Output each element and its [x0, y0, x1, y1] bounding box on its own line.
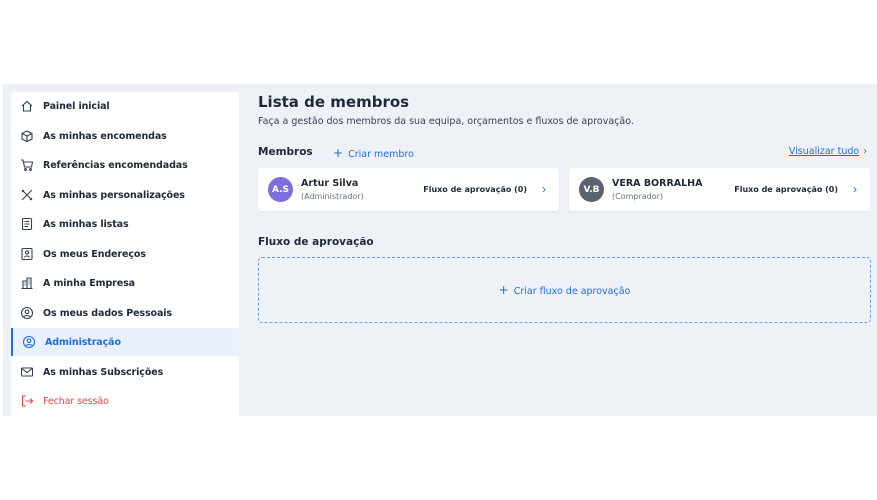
sidebar-item-label: Os meus Endereços — [43, 248, 146, 260]
member-role: (Comprador) — [612, 192, 664, 201]
cart-icon — [20, 158, 34, 172]
sidebar-item-dados-pessoais[interactable]: Os meus dados Pessoais — [11, 299, 239, 327]
mail-icon — [20, 365, 34, 379]
sidebar-item-listas[interactable]: As minhas listas — [11, 210, 239, 238]
create-member-label: Criar membro — [348, 149, 414, 160]
avatar: V.B — [579, 177, 604, 202]
sidebar-item-referencias[interactable]: Referências encomendadas — [11, 151, 239, 179]
sidebar-item-label: As minhas listas — [43, 218, 129, 230]
plus-icon: + — [333, 146, 344, 160]
sidebar-item-label: Os meus dados Pessoais — [43, 307, 172, 319]
sidebar-item-label: As minhas encomendas — [43, 130, 167, 142]
chevron-right-icon[interactable]: › — [853, 182, 857, 196]
view-all-label: Visualizar tudo — [788, 146, 860, 157]
member-card[interactable]: V.B VERA BORRALHA (Comprador) Fluxo de a… — [569, 168, 870, 211]
main-content: Lista de membros Faça a gestão dos membr… — [258, 84, 873, 416]
member-role: (Administrador) — [301, 192, 364, 201]
tools-icon — [20, 188, 34, 202]
sidebar-item-label: Painel inicial — [43, 100, 110, 112]
chevron-right-icon[interactable]: › — [542, 182, 546, 196]
sidebar-item-label: Referências encomendadas — [43, 159, 188, 171]
sidebar-item-personalizacoes[interactable]: As minhas personalizações — [11, 181, 239, 209]
sidebar-item-enderecos[interactable]: Os meus Endereços — [11, 240, 239, 268]
logout-icon — [20, 394, 34, 408]
list-icon — [20, 217, 34, 231]
plus-icon: + — [498, 283, 509, 297]
admin-icon — [22, 335, 36, 349]
chevron-right-icon: › — [863, 146, 867, 157]
page-subtitle: Faça a gestão dos membros da sua equipa,… — [258, 116, 634, 127]
sidebar-item-subscricoes[interactable]: As minhas Subscrições — [11, 358, 239, 386]
home-icon — [20, 99, 34, 113]
approval-flow-heading: Fluxo de aprovação — [258, 236, 374, 248]
member-name: VERA BORRALHA — [612, 178, 703, 189]
create-approval-flow-label: Criar fluxo de aprovação — [513, 286, 631, 297]
user-icon — [20, 306, 34, 320]
address-icon — [20, 247, 34, 261]
sidebar-item-label: A minha Empresa — [43, 277, 135, 289]
avatar: A.S — [268, 177, 293, 202]
building-icon — [20, 276, 34, 290]
create-approval-flow-button[interactable]: + Criar fluxo de aprovação — [258, 257, 871, 323]
create-approval-flow-label-wrap: + Criar fluxo de aprovação — [499, 283, 631, 297]
view-all-link[interactable]: Visualizar tudo › — [789, 146, 867, 157]
member-approval-flow: Fluxo de aprovação (0) — [734, 185, 838, 194]
sidebar-item-administracao[interactable]: Administração — [11, 328, 239, 356]
sidebar-item-encomendas[interactable]: As minhas encomendas — [11, 122, 239, 150]
sidebar-item-empresa[interactable]: A minha Empresa — [11, 269, 239, 297]
page-title: Lista de membros — [258, 93, 410, 111]
member-approval-flow: Fluxo de aprovação (0) — [423, 185, 527, 194]
sidebar: Painel inicial As minhas encomendas Refe… — [11, 92, 239, 416]
sidebar-item-label: As minhas Subscrições — [43, 366, 164, 378]
sidebar-item-painel-inicial[interactable]: Painel inicial — [11, 92, 239, 120]
create-member-button[interactable]: + Criar membro — [333, 146, 414, 160]
sidebar-item-label: As minhas personalizações — [43, 189, 185, 201]
sidebar-item-label: Administração — [45, 336, 121, 348]
members-heading: Membros — [258, 146, 313, 158]
box-icon — [20, 129, 34, 143]
sidebar-item-fechar-sessao[interactable]: Fechar sessão — [11, 387, 239, 415]
member-name: Artur Silva — [301, 178, 359, 189]
app-frame: Painel inicial As minhas encomendas Refe… — [3, 84, 877, 416]
member-card[interactable]: A.S Artur Silva (Administrador) Fluxo de… — [258, 168, 559, 211]
sidebar-item-label: Fechar sessão — [43, 395, 109, 407]
